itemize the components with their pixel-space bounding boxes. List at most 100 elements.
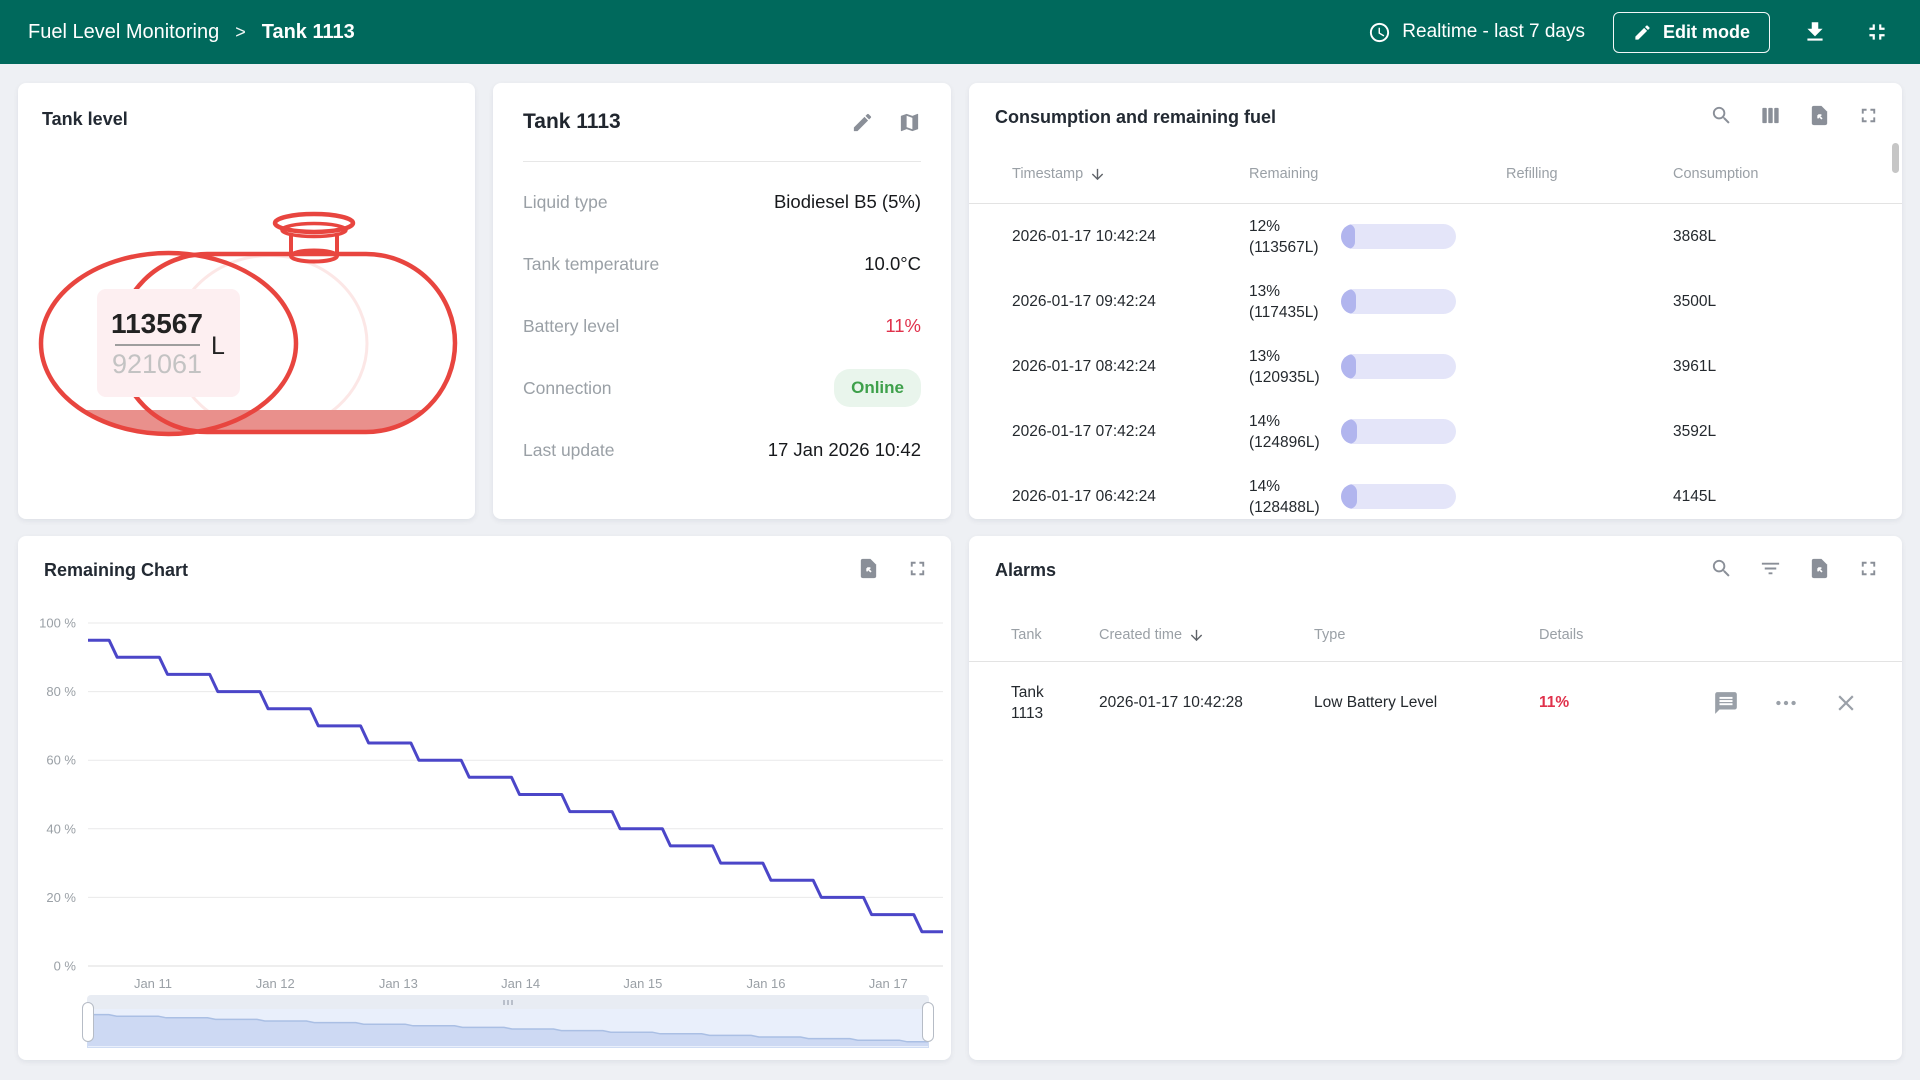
remaining-progress-bar bbox=[1341, 419, 1456, 444]
remaining-percent: 14% bbox=[1249, 476, 1341, 497]
column-header-consumption[interactable]: Consumption bbox=[1673, 166, 1902, 182]
column-header-remaining[interactable]: Remaining bbox=[1249, 166, 1506, 182]
info-row-connection: ConnectionOnline bbox=[523, 357, 921, 419]
column-header-label: Tank bbox=[1011, 627, 1042, 643]
remaining-progress-bar bbox=[1341, 484, 1456, 509]
navigator-left-handle[interactable] bbox=[82, 1002, 94, 1042]
x-axis-tick-label: Jan 11 bbox=[134, 976, 172, 991]
breadcrumb-current: Tank 1113 bbox=[262, 21, 355, 44]
navigator-selected-range[interactable] bbox=[87, 1009, 929, 1048]
dashboard-grid: Tank level 113567 bbox=[0, 64, 1920, 1080]
column-header-type[interactable]: Type bbox=[1314, 627, 1539, 643]
column-header-refilling[interactable]: Refilling bbox=[1506, 166, 1673, 182]
y-axis-tick-label: 100 % bbox=[39, 616, 76, 631]
remaining-percent: 13% bbox=[1249, 346, 1341, 367]
alarms-title: Alarms bbox=[995, 560, 1056, 581]
edit-mode-button[interactable]: Edit mode bbox=[1613, 12, 1770, 53]
remaining-liters: (124896L) bbox=[1249, 432, 1341, 453]
remaining-progress-fill bbox=[1341, 419, 1357, 444]
alarms-widget: Alarms Tank Created time TypeDetails Tank … bbox=[969, 536, 1902, 1060]
download-dashboard-button[interactable] bbox=[1798, 15, 1832, 49]
search-icon bbox=[1710, 557, 1733, 580]
x-axis-tick-label: Jan 15 bbox=[623, 976, 662, 991]
exit-fullscreen-button[interactable] bbox=[1860, 15, 1894, 49]
column-header-details[interactable]: Details bbox=[1539, 627, 1699, 643]
filter-icon bbox=[1759, 557, 1782, 580]
sort-down-icon bbox=[1188, 627, 1205, 644]
export-button[interactable] bbox=[1808, 104, 1831, 127]
remaining-text: 12%(113567L) bbox=[1249, 216, 1341, 258]
y-axis-tick-label: 60 % bbox=[46, 753, 76, 768]
remaining-line-chart: 0 %20 %40 %60 %80 %100 %Jan 11Jan 12Jan … bbox=[18, 536, 951, 992]
export-button[interactable] bbox=[1808, 557, 1831, 580]
consumption-cell: 3961L bbox=[1673, 358, 1902, 376]
app-header: Fuel Level Monitoring > Tank 1113 Realti… bbox=[0, 0, 1920, 64]
remaining-percent: 14% bbox=[1249, 411, 1341, 432]
info-row-battery-level: Battery level11% bbox=[523, 295, 921, 357]
navigator-right-handle[interactable] bbox=[922, 1002, 934, 1042]
timestamp-cell: 2026-01-17 10:42:24 bbox=[1012, 228, 1249, 246]
remaining-cell: 14%(128488L) bbox=[1249, 476, 1506, 518]
info-label: Last update bbox=[523, 440, 614, 461]
consumption-title: Consumption and remaining fuel bbox=[995, 107, 1276, 128]
remaining-liters: (113567L) bbox=[1249, 237, 1341, 258]
chart-navigator[interactable] bbox=[87, 995, 929, 1048]
x-axis-tick-label: Jan 13 bbox=[379, 976, 418, 991]
timewindow-label: Realtime - last 7 days bbox=[1402, 21, 1585, 43]
tank-level-label: 113567 921061 L bbox=[97, 289, 240, 397]
table-row: 2026-01-17 10:42:2412%(113567L)3868L bbox=[969, 204, 1902, 269]
edit-button[interactable] bbox=[851, 111, 874, 134]
breadcrumb-dashboard-link[interactable]: Fuel Level Monitoring bbox=[28, 21, 219, 44]
search-button[interactable] bbox=[1710, 557, 1733, 580]
comment-icon bbox=[1713, 690, 1739, 716]
consumption-scrollbar-thumb[interactable] bbox=[1892, 143, 1899, 173]
search-button[interactable] bbox=[1710, 104, 1733, 127]
close-button[interactable] bbox=[1833, 690, 1859, 716]
info-row-tank-temperature: Tank temperature10.0°C bbox=[523, 233, 921, 295]
alarm-tank-cell: Tank 1113 bbox=[1011, 682, 1073, 724]
column-header-label: Created time bbox=[1099, 627, 1182, 643]
fullscreen-button[interactable] bbox=[1857, 104, 1880, 127]
fullscreen-button[interactable] bbox=[1857, 557, 1880, 580]
tank-info-widget: Tank 1113 Liquid typeBiodiesel B5 (5%)Ta… bbox=[493, 83, 951, 519]
column-header-created-time[interactable]: Created time bbox=[1099, 627, 1314, 644]
remaining-series-line bbox=[88, 640, 943, 932]
navigator-mini-chart bbox=[88, 1009, 928, 1046]
table-row: 2026-01-17 09:42:2413%(117435L)3500L bbox=[969, 269, 1902, 334]
fullscreen-exit-icon bbox=[1864, 19, 1890, 45]
fullscreen-icon bbox=[1857, 104, 1880, 127]
remaining-liters: (117435L) bbox=[1249, 302, 1341, 323]
remaining-progress-fill bbox=[1341, 484, 1357, 509]
sort-down-icon bbox=[1089, 166, 1106, 183]
remaining-cell: 14%(124896L) bbox=[1249, 411, 1506, 453]
export-icon bbox=[1808, 557, 1831, 580]
columns-icon bbox=[1759, 104, 1782, 127]
column-header-label: Details bbox=[1539, 627, 1583, 643]
navigator-grip[interactable] bbox=[87, 995, 929, 1009]
filter-button[interactable] bbox=[1759, 557, 1782, 580]
tank-current-volume: 113567 bbox=[111, 308, 203, 339]
map-button[interactable] bbox=[898, 111, 921, 134]
info-label: Liquid type bbox=[523, 192, 608, 213]
info-row-liquid-type: Liquid typeBiodiesel B5 (5%) bbox=[523, 171, 921, 233]
more-button[interactable] bbox=[1773, 690, 1799, 716]
y-axis-tick-label: 20 % bbox=[46, 890, 76, 905]
remaining-text: 14%(128488L) bbox=[1249, 476, 1341, 518]
column-header-tank[interactable]: Tank bbox=[1011, 627, 1099, 643]
remaining-progress-fill bbox=[1341, 224, 1355, 249]
table-row: 2026-01-17 06:42:2414%(128488L)4145L bbox=[969, 464, 1902, 519]
columns-button[interactable] bbox=[1759, 104, 1782, 127]
more-icon bbox=[1773, 690, 1799, 716]
map-icon bbox=[898, 111, 921, 134]
table-row: 2026-01-17 07:42:2414%(124896L)3592L bbox=[969, 399, 1902, 464]
fullscreen-icon bbox=[1857, 557, 1880, 580]
remaining-progress-bar bbox=[1341, 289, 1456, 314]
timewindow-button[interactable]: Realtime - last 7 days bbox=[1368, 21, 1585, 44]
consumption-cell: 4145L bbox=[1673, 488, 1902, 506]
column-header-label: Consumption bbox=[1673, 166, 1758, 182]
remaining-progress-fill bbox=[1341, 354, 1356, 379]
remaining-liters: (120935L) bbox=[1249, 367, 1341, 388]
breadcrumb-separator: > bbox=[235, 22, 246, 43]
comment-button[interactable] bbox=[1713, 690, 1739, 716]
column-header-timestamp[interactable]: Timestamp bbox=[1012, 166, 1249, 183]
